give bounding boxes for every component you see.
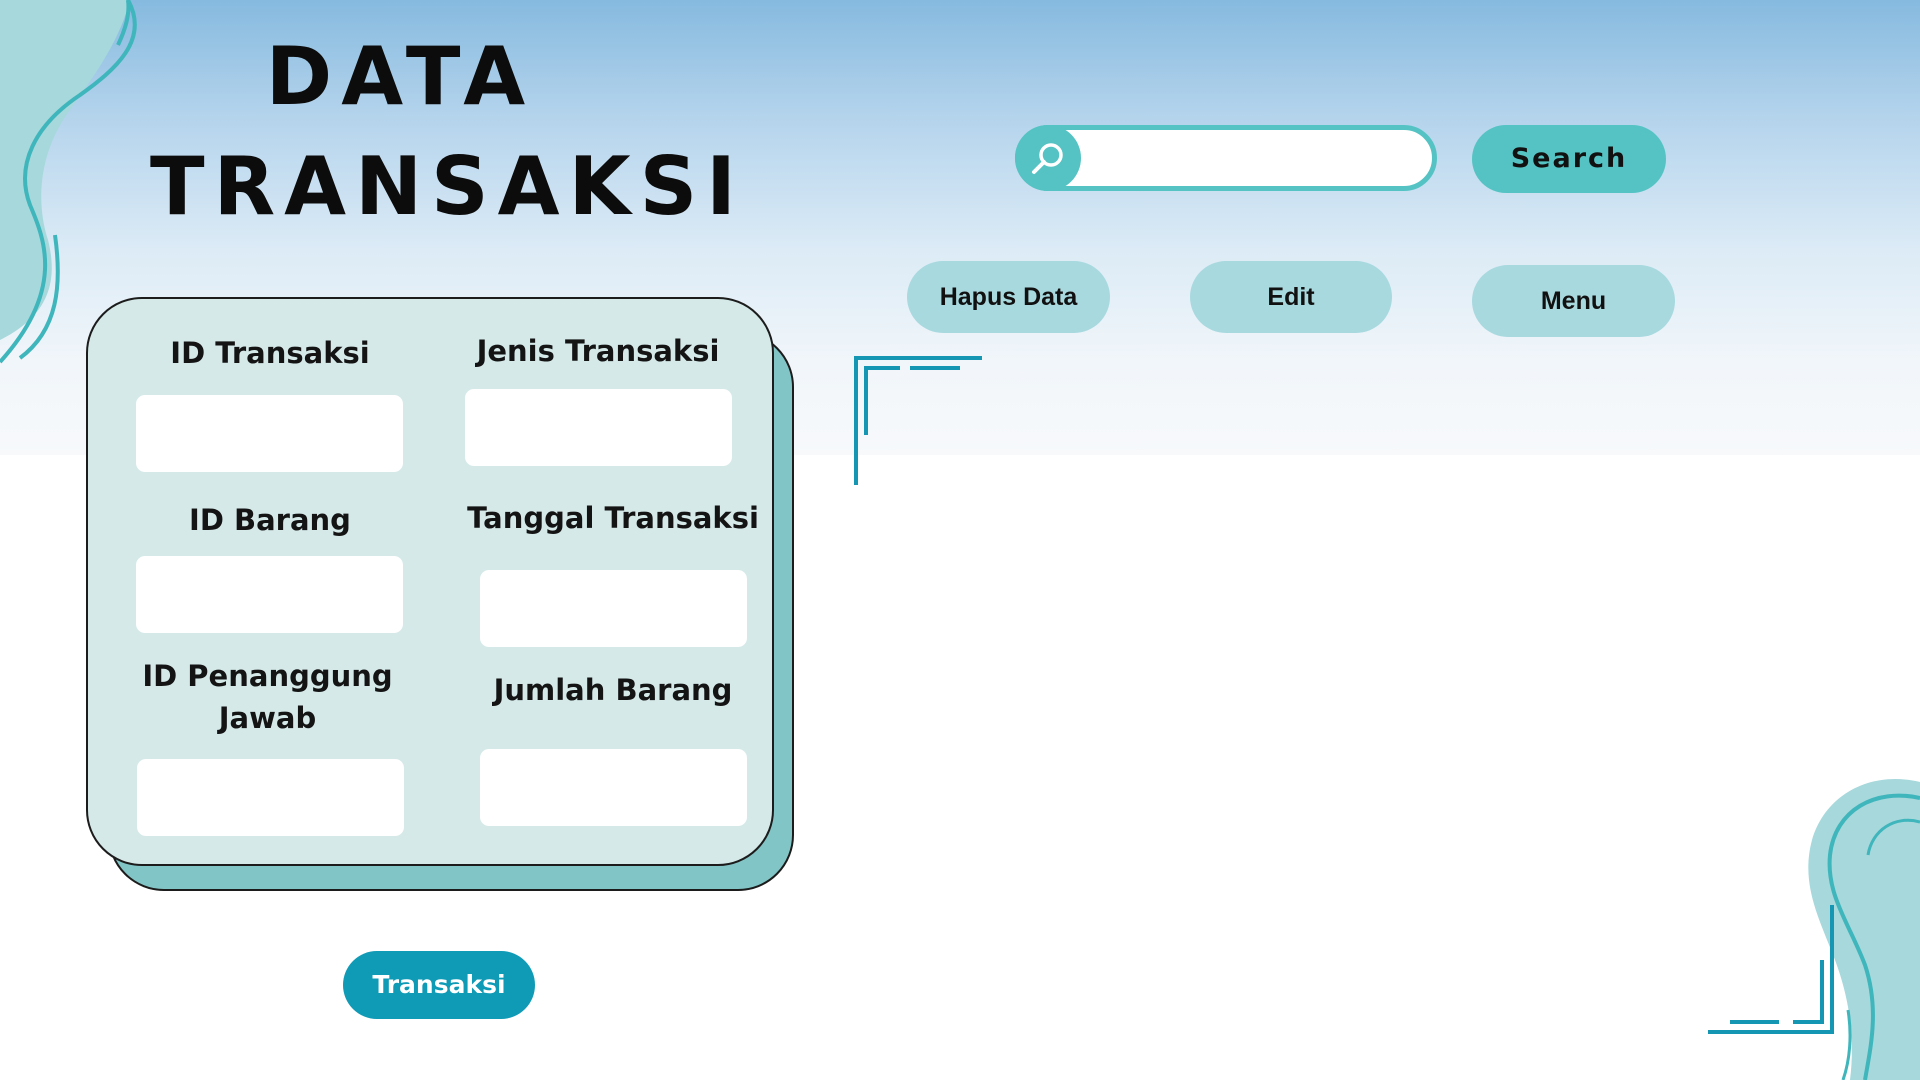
label-id-barang: ID Barang (189, 503, 351, 537)
corner-bracket-bottom-decoration (1708, 905, 1834, 1034)
label-id-transaksi: ID Transaksi (170, 336, 370, 370)
id-barang-field[interactable] (136, 556, 403, 633)
label-jenis-transaksi: Jenis Transaksi (476, 334, 720, 368)
label-id-penanggung-jawab: ID Penanggung Jawab (142, 659, 393, 735)
label-tanggal-transaksi: Tanggal Transaksi (467, 501, 759, 535)
page-title-line-2: TRANSAKSI (150, 140, 745, 233)
delete-data-button[interactable]: Hapus Data (907, 261, 1110, 333)
search-button[interactable]: Search (1472, 125, 1666, 193)
tanggal-transaksi-field[interactable] (480, 570, 747, 647)
corner-bracket-top-decoration (854, 356, 982, 485)
page-title-line-1: DATA (265, 30, 535, 123)
id-transaksi-field[interactable] (136, 395, 403, 472)
search-icon-button[interactable] (1015, 125, 1081, 191)
menu-button[interactable]: Menu (1472, 265, 1675, 337)
jenis-transaksi-field[interactable] (465, 389, 732, 466)
jumlah-barang-field[interactable] (480, 749, 747, 826)
id-penanggung-jawab-field[interactable] (137, 759, 404, 836)
label-jumlah-barang: Jumlah Barang (493, 673, 733, 707)
page-title: DATA TRANSAKSI (150, 22, 745, 242)
search-input[interactable] (1085, 133, 1429, 185)
search-icon (1032, 143, 1063, 174)
transaksi-submit-button[interactable]: Transaksi (343, 951, 535, 1019)
edit-button[interactable]: Edit (1190, 261, 1392, 333)
